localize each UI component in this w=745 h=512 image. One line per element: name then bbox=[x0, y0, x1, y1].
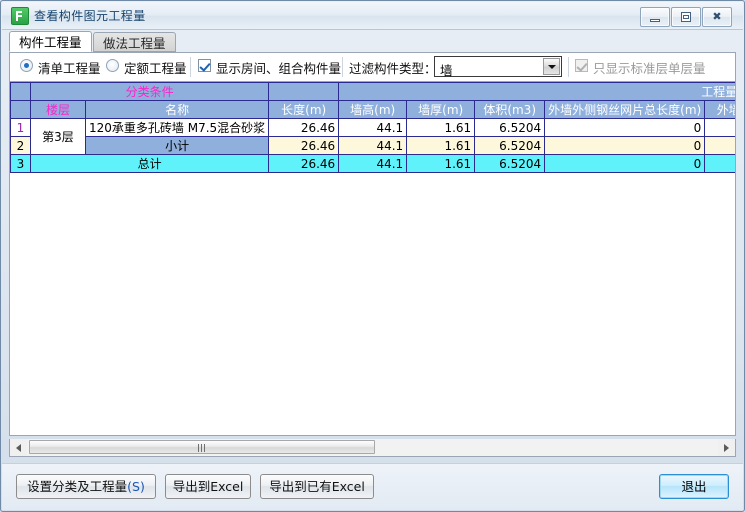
column-header-rownum bbox=[10, 100, 31, 119]
cell-体积: 6.5204 bbox=[474, 154, 546, 173]
tab-做法工程量[interactable]: 做法工程量 bbox=[93, 32, 176, 52]
column-header-外墙内[interactable]: 外墙内 bbox=[704, 100, 735, 119]
close-icon: ✖ bbox=[712, 10, 722, 23]
export-excel-button[interactable]: 导出到Excel bbox=[165, 474, 251, 499]
options-bar: 清单工程量 定额工程量 显示房间、组合构件量 过滤构件类型： 墙 只显示标准层单… bbox=[9, 53, 736, 81]
cell-外墙外侧钢丝网片总长度: 0 bbox=[544, 154, 706, 173]
chevron-down-icon[interactable] bbox=[543, 58, 560, 75]
scroll-right-icon bbox=[724, 444, 729, 452]
checkbox-只显示标准层单层量 bbox=[575, 59, 588, 72]
radio-清单工程量[interactable] bbox=[20, 59, 33, 72]
scroll-left-button[interactable] bbox=[10, 439, 27, 455]
app-icon bbox=[11, 7, 29, 25]
table-row[interactable]: 1 第3层 120承重多孔砖墙 M7.5混合砂浆 26.46 44.1 1.61… bbox=[10, 118, 735, 155]
footer-bar: 设置分类及工程量(S) 导出到Excel 导出到已有Excel 退出 bbox=[2, 463, 743, 510]
cell-墙厚: 1.61 bbox=[406, 118, 476, 137]
cell-墙高: 44.1 bbox=[338, 118, 408, 137]
cell-总计-label: 总计 bbox=[29, 154, 270, 173]
grid-table: 分类条件 工程量名称 楼层 名称 长度(m) 墙高(m) 墙厚(m) 体积(m3… bbox=[10, 82, 735, 173]
radio-label-清单工程量: 清单工程量 bbox=[38, 61, 101, 76]
grip-icon bbox=[198, 444, 206, 452]
minimize-icon bbox=[650, 19, 660, 22]
settings-button-accel: (S) bbox=[127, 479, 145, 494]
column-header-墙高[interactable]: 墙高(m) bbox=[338, 100, 408, 119]
cell-小计-label: 小计 bbox=[84, 136, 270, 155]
row-number: 2 bbox=[10, 136, 31, 155]
filter-label: 过滤构件类型： bbox=[349, 61, 437, 76]
cell-楼层: 第3层 bbox=[30, 118, 86, 155]
scroll-left-icon bbox=[16, 444, 21, 452]
row-number: 1 bbox=[10, 118, 31, 137]
tab-bar: 构件工程量 做法工程量 bbox=[9, 31, 736, 53]
column-header-墙厚[interactable]: 墙厚(m) bbox=[406, 100, 476, 119]
horizontal-scrollbar[interactable] bbox=[9, 439, 736, 457]
column-header-外墙外侧钢丝网片总长度[interactable]: 外墙外侧钢丝网片总长度(m) bbox=[544, 100, 706, 119]
tab-构件工程量[interactable]: 构件工程量 bbox=[9, 31, 92, 52]
cell-墙高: 44.1 bbox=[338, 154, 408, 173]
grid-header-row: 楼层 名称 长度(m) 墙高(m) 墙厚(m) 体积(m3) 外墙外侧钢丝网片总… bbox=[10, 100, 735, 119]
cell-外墙外侧钢丝网片总长度: 0 bbox=[544, 118, 706, 137]
table-row[interactable]: 3 总计 26.46 44.1 1.61 6.5204 0 bbox=[10, 154, 735, 173]
cell-外墙内 bbox=[704, 118, 735, 137]
cell-外墙内 bbox=[704, 136, 735, 155]
export-existing-excel-button[interactable]: 导出到已有Excel bbox=[260, 474, 374, 499]
window-查看构件图元工程量: 查看构件图元工程量 ✖ 构件工程量 做法工程量 清单工程量 定额工程量 显示房间… bbox=[0, 0, 745, 512]
cell-墙高: 44.1 bbox=[338, 136, 408, 155]
column-header-体积[interactable]: 体积(m3) bbox=[474, 100, 546, 119]
cell-长度: 26.46 bbox=[268, 136, 340, 155]
settings-classification-quantity-button[interactable]: 设置分类及工程量(S) bbox=[16, 474, 156, 499]
radio-定额工程量[interactable] bbox=[106, 59, 119, 72]
scroll-right-button[interactable] bbox=[718, 439, 735, 455]
minimize-button[interactable] bbox=[640, 7, 670, 27]
cell-外墙外侧钢丝网片总长度: 0 bbox=[544, 136, 706, 155]
maximize-button[interactable] bbox=[671, 7, 701, 27]
cell-体积: 6.5204 bbox=[474, 118, 546, 137]
cell-外墙内 bbox=[704, 154, 735, 173]
quantity-grid[interactable]: 分类条件 工程量名称 楼层 名称 长度(m) 墙高(m) 墙厚(m) 体积(m3… bbox=[9, 81, 736, 436]
row-number: 3 bbox=[10, 154, 31, 173]
grid-group-header-row: 分类条件 工程量名称 bbox=[10, 82, 735, 101]
settings-button-label: 设置分类及工程量 bbox=[27, 479, 128, 494]
column-header-长度[interactable]: 长度(m) bbox=[268, 100, 340, 119]
radio-label-定额工程量: 定额工程量 bbox=[124, 61, 187, 76]
group-header-分类条件: 分类条件 bbox=[29, 82, 270, 101]
group-header-empty bbox=[10, 82, 31, 101]
column-header-名称[interactable]: 名称 bbox=[84, 100, 270, 119]
title-bar: 查看构件图元工程量 ✖ bbox=[2, 2, 743, 30]
exit-button[interactable]: 退出 bbox=[659, 474, 729, 499]
cell-墙厚: 1.61 bbox=[406, 154, 476, 173]
cell-长度: 26.46 bbox=[268, 154, 340, 173]
checkbox-label-显示房间组合构件量: 显示房间、组合构件量 bbox=[216, 61, 342, 76]
checkbox-显示房间组合构件量[interactable] bbox=[198, 59, 211, 72]
filter-construction-type-select[interactable]: 墙 bbox=[434, 56, 562, 78]
group-header-工程量名称: 工程量名称 bbox=[338, 82, 735, 101]
table-row[interactable]: 2 小计 26.46 44.1 1.61 6.5204 0 bbox=[10, 136, 735, 155]
cell-长度: 26.46 bbox=[268, 118, 340, 137]
filter-selected-value: 墙 bbox=[440, 63, 453, 78]
checkbox-label-只显示标准层单层量: 只显示标准层单层量 bbox=[593, 61, 706, 76]
group-header-spacer bbox=[268, 82, 340, 101]
scrollbar-thumb[interactable] bbox=[29, 440, 375, 454]
cell-体积: 6.5204 bbox=[474, 136, 546, 155]
window-title: 查看构件图元工程量 bbox=[34, 9, 146, 23]
close-button[interactable]: ✖ bbox=[702, 7, 732, 27]
cell-墙厚: 1.61 bbox=[406, 136, 476, 155]
column-header-楼层[interactable]: 楼层 bbox=[30, 100, 86, 119]
cell-名称: 120承重多孔砖墙 M7.5混合砂浆 bbox=[84, 118, 270, 137]
